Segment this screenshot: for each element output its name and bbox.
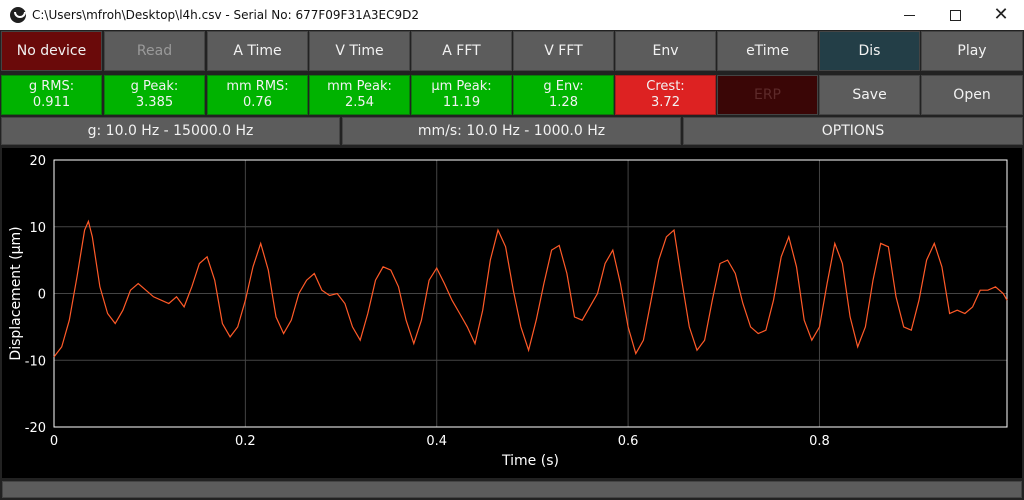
open-button[interactable]: Open (921, 75, 1023, 115)
dis-button[interactable]: Dis (819, 31, 920, 71)
um-peak-value: 11.19 (442, 95, 481, 110)
a-time-button[interactable]: A Time (207, 31, 308, 71)
um-peak-label: µm Peak: (431, 79, 492, 94)
g-rms-stat: g RMS: 0.911 (1, 75, 102, 115)
crest-stat: Crest: 3.72 (615, 75, 716, 115)
a-fft-button[interactable]: A FFT (411, 31, 512, 71)
maximize-icon (949, 9, 961, 21)
x-tick-label: 0.2 (235, 434, 256, 449)
y-axis-label: Displacement (µm) (8, 226, 24, 360)
displacement-series-line (53, 219, 1008, 358)
env-button[interactable]: Env (615, 31, 716, 71)
x-tick-label: 0 (50, 434, 58, 449)
g-filter-button[interactable]: g: 10.0 Hz - 15000.0 Hz (1, 117, 340, 145)
crest-value: 3.72 (651, 95, 680, 110)
g-peak-stat: g Peak: 3.385 (104, 75, 205, 115)
close-button[interactable]: ✕ (978, 0, 1024, 30)
save-button[interactable]: Save (819, 75, 920, 115)
etime-button[interactable]: eTime (717, 31, 818, 71)
displacement-chart: 0 0.2 0.4 0.6 0.8 20 10 0 -10 -20 Time (s) Displa… (8, 154, 1008, 469)
y-tick-label: -10 (25, 354, 46, 369)
v-fft-button[interactable]: V FFT (513, 31, 614, 71)
g-peak-value: 3.385 (135, 95, 174, 110)
y-tick-label: 20 (29, 154, 46, 169)
grid (53, 159, 1007, 428)
x-tick-label: 0.4 (426, 434, 447, 449)
y-tick-label: 10 (29, 221, 46, 236)
mm-peak-label: mm Peak: (327, 79, 392, 94)
maximize-button[interactable] (932, 0, 978, 30)
x-tick-label: 0.8 (809, 434, 830, 449)
g-env-label: g Env: (543, 79, 584, 94)
y-tick-label: 0 (38, 288, 46, 303)
mm-peak-value: 2.54 (345, 95, 374, 110)
x-tick-label: 0.6 (618, 434, 639, 449)
mm-peak-stat: mm Peak: 2.54 (309, 75, 410, 115)
read-button[interactable]: Read (104, 31, 205, 71)
mm-filter-button[interactable]: mm/s: 10.0 Hz - 1000.0 Hz (342, 117, 681, 145)
v-time-button[interactable]: V Time (309, 31, 410, 71)
minimize-button[interactable] (886, 0, 932, 30)
um-peak-stat: µm Peak: 11.19 (411, 75, 512, 115)
mm-rms-stat: mm RMS: 0.76 (207, 75, 308, 115)
g-rms-value: 0.911 (32, 95, 71, 110)
g-peak-label: g Peak: (130, 79, 179, 94)
window-title: C:\Users\mfroh\Desktop\l4h.csv - Serial … (32, 8, 420, 22)
play-button[interactable]: Play (921, 31, 1023, 71)
x-axis-label: Time (s) (501, 453, 559, 469)
mm-rms-value: 0.76 (243, 95, 272, 110)
tick-labels: 0 0.2 0.4 0.6 0.8 20 10 0 -10 -20 (25, 154, 830, 449)
no-device-button[interactable]: No device (1, 31, 102, 71)
options-button[interactable]: OPTIONS (683, 117, 1023, 145)
erp-button[interactable]: ERP (717, 75, 818, 115)
status-bar (2, 481, 1022, 498)
g-env-stat: g Env: 1.28 (513, 75, 614, 115)
g-rms-label: g RMS: (28, 79, 75, 94)
g-env-value: 1.28 (549, 95, 578, 110)
app-icon (10, 7, 26, 23)
minimize-icon (903, 14, 915, 16)
crest-label: Crest: (646, 79, 685, 94)
close-icon: ✕ (993, 4, 1009, 25)
displacement-plot: 0 0.2 0.4 0.6 0.8 20 10 0 -10 -20 Time (s) Displa… (2, 148, 1022, 478)
mm-rms-label: mm RMS: (226, 79, 289, 94)
y-tick-label: -20 (25, 421, 46, 436)
title-bar: C:\Users\mfroh\Desktop\l4h.csv - Serial … (0, 0, 1024, 30)
